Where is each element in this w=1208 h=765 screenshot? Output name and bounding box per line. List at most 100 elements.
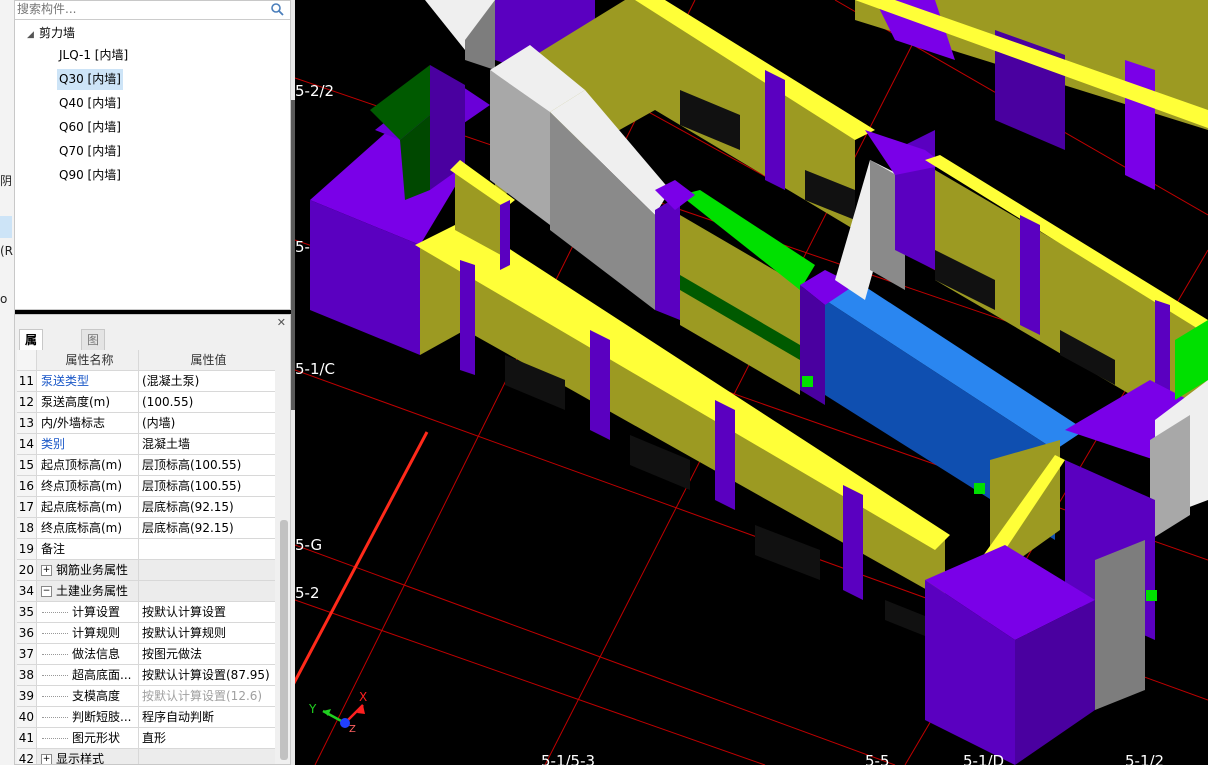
property-name-text: 备注 (41, 542, 66, 556)
expand-icon[interactable]: + (41, 565, 52, 576)
tree-node-label: 剪力墙 (39, 26, 76, 40)
clipped-text-fragment: 阴 (0, 174, 13, 188)
property-row[interactable]: 12 泵送高度(m) (100.55) (17, 392, 275, 413)
property-value[interactable]: 程序自动判断 (139, 707, 275, 727)
gizmo-y-label: Y (309, 702, 317, 716)
header-corner (17, 350, 37, 370)
property-value[interactable] (139, 581, 275, 601)
property-scrollbar[interactable] (278, 350, 290, 764)
tree-item-jlq-1[interactable]: JLQ-1 [内墙] (57, 45, 130, 66)
property-name-text: 计算设置 (72, 605, 121, 619)
property-row[interactable]: 17 起点底标高(m) 层底标高(92.15) (17, 497, 275, 518)
property-name-text: 显示样式 (56, 752, 105, 764)
tree-item-q60[interactable]: Q60 [内墙] (57, 117, 123, 138)
row-number: 39 (17, 686, 37, 706)
property-row[interactable]: 36 计算规则 按默认计算规则 (17, 623, 275, 644)
tree-connector (42, 738, 68, 739)
gizmo-z-label: Z (349, 724, 356, 735)
tab-property-list[interactable]: 属性列表 (19, 329, 44, 407)
property-value[interactable]: 按默认计算设置 (139, 602, 275, 622)
property-row[interactable]: 13 内/外墙标志 (内墙) (17, 413, 275, 434)
property-row[interactable]: 38 超高底面... 按默认计算设置(87.95) (17, 665, 275, 686)
property-name: − 土建业务属性 (38, 581, 139, 601)
property-name: 类别 (38, 434, 139, 454)
grip-point[interactable] (974, 483, 985, 494)
property-name: 起点顶标高(m) (38, 455, 139, 475)
property-row[interactable]: 18 终点底标高(m) 层底标高(92.15) (17, 518, 275, 539)
property-value[interactable]: 按默认计算设置(12.6) (139, 686, 275, 706)
property-value[interactable]: 按默认计算设置(87.95) (139, 665, 275, 685)
property-value[interactable]: 按默认计算规则 (139, 623, 275, 643)
property-name-text: 起点顶标高(m) (41, 458, 123, 472)
property-row[interactable]: 20 + 钢筋业务属性 (17, 560, 275, 581)
property-value[interactable] (139, 560, 275, 580)
property-row[interactable]: 40 判断短肢... 程序自动判断 (17, 707, 275, 728)
row-number: 18 (17, 518, 37, 538)
property-row[interactable]: 19 备注 (17, 539, 275, 560)
search-icon[interactable] (270, 2, 284, 16)
property-value[interactable] (139, 539, 275, 559)
collapse-triangle-icon[interactable]: ◢ (27, 25, 39, 45)
property-name-text: 做法信息 (72, 647, 121, 661)
red-arrow (295, 431, 429, 685)
tree-item-q90[interactable]: Q90 [内墙] (57, 165, 123, 186)
property-row[interactable]: 11 泵送类型 (混凝土泵) (17, 371, 275, 392)
tree-item-q70[interactable]: Q70 [内墙] (57, 141, 123, 162)
property-value[interactable]: (100.55) (139, 392, 275, 412)
row-number: 35 (17, 602, 37, 622)
tree-node-shear-wall[interactable]: ◢ 剪力墙 (27, 23, 75, 43)
property-name-text: 类别 (41, 437, 66, 451)
property-row[interactable]: 16 终点顶标高(m) 层顶标高(100.55) (17, 476, 275, 497)
gizmo-x-label: X (359, 690, 368, 704)
property-value[interactable]: (混凝土泵) (139, 371, 275, 391)
property-value[interactable]: 直形 (139, 728, 275, 748)
grip-point[interactable] (802, 376, 813, 387)
tree-item-q30[interactable]: Q30 [内墙] (57, 69, 123, 90)
property-row[interactable]: 15 起点顶标高(m) 层顶标高(100.55) (17, 455, 275, 476)
property-value[interactable]: 层底标高(92.15) (139, 497, 275, 517)
tree-item-q40[interactable]: Q40 [内墙] (57, 93, 123, 114)
property-name-text: 终点顶标高(m) (41, 479, 123, 493)
axis-label: 5-5 (865, 752, 890, 765)
axis-label: 5- (295, 238, 310, 256)
row-number: 15 (17, 455, 37, 475)
property-row[interactable]: 34− 土建业务属性 (17, 581, 275, 602)
grip-point[interactable] (1146, 590, 1157, 601)
scrollbar-thumb[interactable] (280, 520, 288, 760)
property-row[interactable]: 14 类别 混凝土墙 (17, 434, 275, 455)
grid-header: 属性名称 属性值 (17, 350, 275, 371)
row-number: 13 (17, 413, 37, 433)
property-value[interactable]: 层顶标高(100.55) (139, 455, 275, 475)
3d-viewport[interactable]: 5-2/2 5- 5-1/C 5-G 5-2 5-1/5-3 5-5 5-1/D… (295, 0, 1208, 765)
tab-layer-management[interactable]: 图层管理 (81, 329, 106, 407)
row-number: 36 (17, 623, 37, 643)
clipped-text-fragment: o (0, 292, 8, 306)
property-value[interactable]: 混凝土墙 (139, 434, 275, 454)
building-model[interactable] (295, 0, 1208, 765)
property-value[interactable]: 层顶标高(100.55) (139, 476, 275, 496)
property-name-text: 起点底标高(m) (41, 500, 123, 514)
row-number: 42 (17, 749, 37, 764)
close-icon[interactable]: ✕ (277, 316, 286, 329)
property-row[interactable]: 42 + 显示样式 (17, 749, 275, 764)
property-name: 做法信息 (38, 644, 139, 664)
clipped-selected-item[interactable] (0, 216, 12, 238)
property-name: 终点底标高(m) (38, 518, 139, 538)
property-value[interactable]: 按图元做法 (139, 644, 275, 664)
tree-connector (42, 717, 68, 718)
property-name: 终点顶标高(m) (38, 476, 139, 496)
header-value: 属性值 (190, 353, 227, 367)
property-value[interactable] (139, 749, 275, 764)
search-input[interactable] (17, 1, 267, 17)
property-row[interactable]: 37 做法信息 按图元做法 (17, 644, 275, 665)
property-value[interactable]: 层底标高(92.15) (139, 518, 275, 538)
property-name: 内/外墙标志 (38, 413, 139, 433)
property-row[interactable]: 35 计算设置 按默认计算设置 (17, 602, 275, 623)
property-value[interactable]: (内墙) (139, 413, 275, 433)
property-row[interactable]: 39 支模高度 按默认计算设置(12.6) (17, 686, 275, 707)
collapse-icon[interactable]: − (41, 586, 52, 597)
expand-icon[interactable]: + (41, 754, 52, 764)
property-name-text: 判断短肢... (72, 710, 132, 724)
tree-connector (42, 654, 68, 655)
property-row[interactable]: 41 图元形状 直形 (17, 728, 275, 749)
